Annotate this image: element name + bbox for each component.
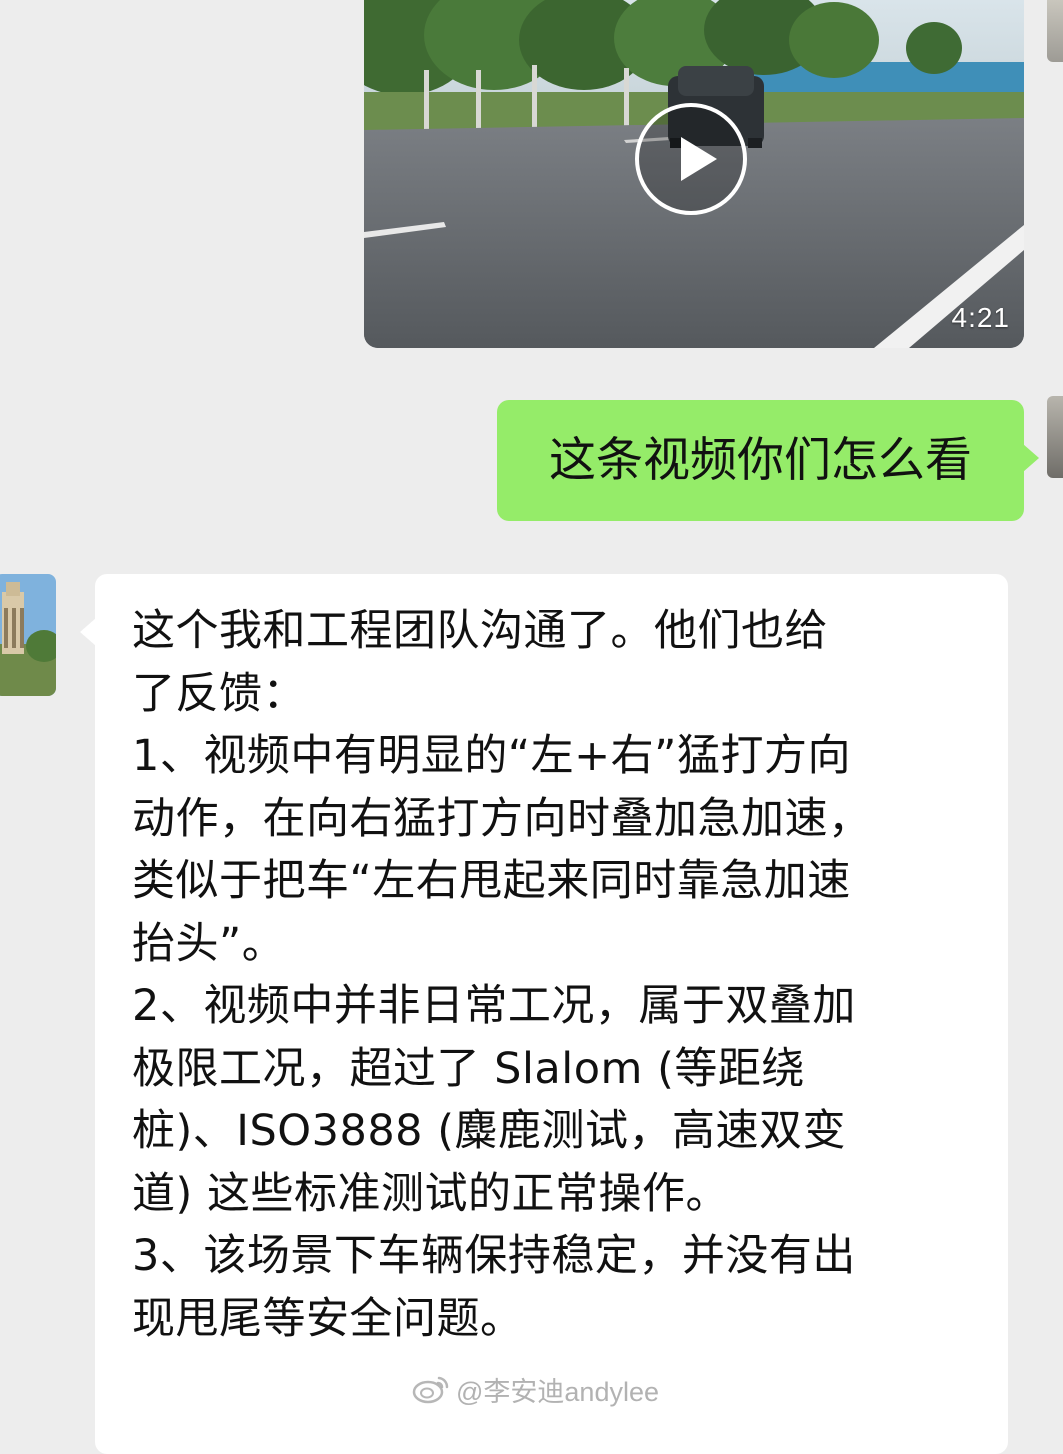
- message-line: 现甩尾等安全问题。: [132, 1293, 524, 1344]
- weibo-logo-icon: [412, 1374, 450, 1404]
- play-icon: [681, 137, 717, 181]
- watermark-text: @李安迪andylee: [456, 1376, 659, 1407]
- incoming-message-bubble[interactable]: 这个我和工程团队沟通了。他们也给 了反馈： 1、视频中有明显的“左+右”猛打方向…: [80, 574, 1008, 1454]
- message-line: 抬头”。: [132, 918, 286, 969]
- play-button[interactable]: [635, 103, 747, 215]
- message-line: 类似于把车“左右甩起来同时靠急加速: [132, 856, 851, 906]
- outgoing-message-text: 这条视频你们怎么看: [549, 433, 972, 488]
- my-avatar[interactable]: [1047, 396, 1063, 478]
- message-line: 了反馈：: [132, 668, 306, 719]
- message-line: 道) 这些标准测试的正常操作。: [132, 1168, 729, 1219]
- message-line: 动作，在向右猛打方向时叠加急加速，: [132, 793, 872, 844]
- message-line: 极限工况，超过了 Slalom (等距绕: [132, 1043, 805, 1094]
- message-line: 这个我和工程团队沟通了。他们也给: [132, 606, 828, 656]
- message-line: 3、该场景下车辆保持稳定，并没有出: [132, 1231, 856, 1281]
- message-line: 2、视频中并非日常工况，属于双叠加: [132, 981, 856, 1031]
- video-duration: 4:21: [951, 302, 1010, 333]
- contact-avatar[interactable]: [0, 574, 56, 696]
- my-avatar[interactable]: [1047, 0, 1063, 62]
- weibo-watermark: @李安迪andylee: [412, 1369, 659, 1409]
- message-line: 1、视频中有明显的“左+右”猛打方向: [132, 731, 851, 781]
- outgoing-message-bubble[interactable]: 这条视频你们怎么看: [497, 400, 1039, 521]
- message-line: 桩)、ISO3888 (麋鹿测试，高速双变: [132, 1106, 846, 1156]
- video-message[interactable]: 4:21: [364, 0, 1024, 348]
